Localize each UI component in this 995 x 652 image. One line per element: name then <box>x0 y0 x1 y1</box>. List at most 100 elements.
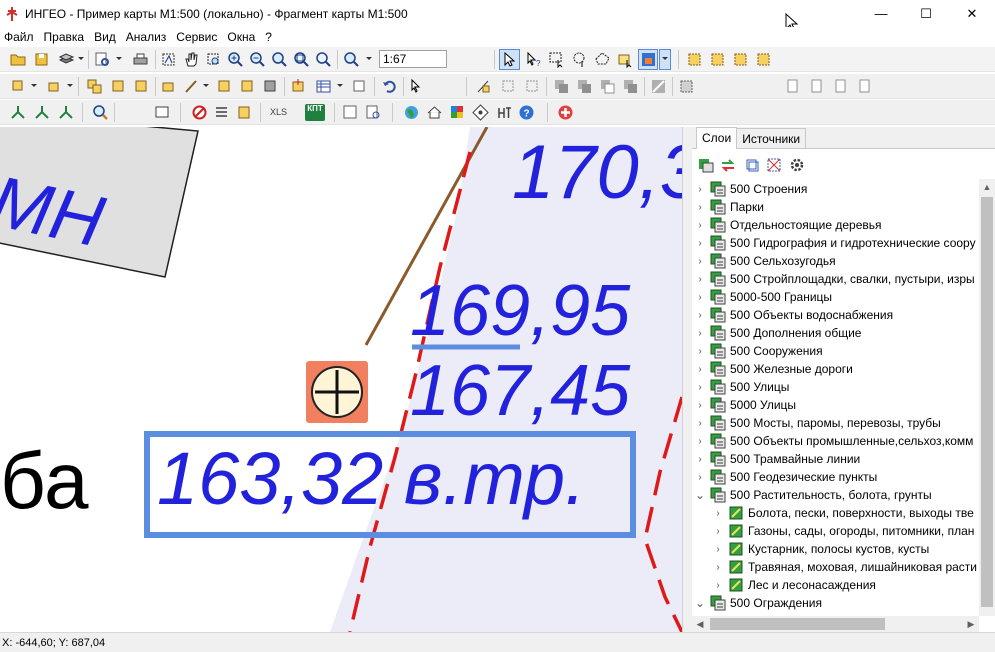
scroll-up-icon[interactable]: ▲ <box>979 179 995 195</box>
layer-tree-hscroll[interactable]: ◀ ▶ <box>692 616 979 632</box>
print-icon[interactable] <box>132 51 149 68</box>
chevron-right-icon[interactable]: › <box>694 381 706 393</box>
doc-attach-icon[interactable] <box>784 78 801 95</box>
layer-tree-item[interactable]: › 500 Геодезические пункты <box>694 468 979 486</box>
chevron-down-icon[interactable]: ⌄ <box>694 488 706 502</box>
layer-tree-vscroll[interactable]: ▲ <box>979 179 995 616</box>
select-object-icon[interactable] <box>617 51 634 68</box>
copy-object-icon[interactable] <box>86 78 103 95</box>
tab-layers[interactable]: Слои <box>696 127 738 149</box>
scroll-right-icon[interactable]: ▶ <box>963 616 979 632</box>
layer-swap-icon[interactable] <box>720 157 736 173</box>
chevron-right-icon[interactable]: › <box>694 327 706 339</box>
layer-tree-item[interactable]: › Кустарник, полосы кустов, кусты <box>694 540 979 558</box>
doc-view-icon[interactable] <box>856 78 873 95</box>
minimize-button[interactable]: — <box>858 0 904 27</box>
merge-icon[interactable] <box>239 78 256 95</box>
frame-icon[interactable] <box>678 78 695 95</box>
zoom-next-icon[interactable] <box>293 51 310 68</box>
kpt-import-button[interactable]: КПТ <box>305 104 325 121</box>
layer-copy-icon[interactable] <box>744 157 760 173</box>
zoom-in-icon[interactable] <box>227 51 244 68</box>
chevron-right-icon[interactable]: › <box>712 579 724 591</box>
calc-icon[interactable] <box>236 104 253 121</box>
pointer-query-icon[interactable]: ? <box>525 51 542 68</box>
zoom-out-icon[interactable] <box>249 51 266 68</box>
layer-tree-item[interactable]: › 500 Объекты промышленные,сельхоз,комм <box>694 432 979 450</box>
layer-tree-item[interactable]: › 500 Сооружения <box>694 342 979 360</box>
create-object-icon[interactable] <box>10 78 27 95</box>
select-rect-icon[interactable] <box>548 51 565 68</box>
globe-icon[interactable] <box>403 104 420 121</box>
group-icon[interactable] <box>262 78 279 95</box>
layer-tree-item[interactable]: › 500 Улицы <box>694 378 979 396</box>
navigation-icon[interactable] <box>472 104 489 121</box>
menu-help[interactable]: ? <box>260 30 277 44</box>
chevron-right-icon[interactable]: › <box>712 543 724 555</box>
scale-icon[interactable] <box>524 78 541 95</box>
menu-file[interactable]: Файл <box>0 30 39 44</box>
split-icon[interactable] <box>216 78 233 95</box>
xor-icon[interactable] <box>622 78 639 95</box>
map-view[interactable]: МН 170,3 169,95 167,45 163,32 в.тр. ба <box>0 127 682 632</box>
xls-export-button[interactable]: XLS <box>270 107 287 117</box>
layer-settings-icon[interactable] <box>698 157 714 173</box>
chevron-right-icon[interactable]: › <box>694 345 706 357</box>
layer-tree-item[interactable]: › 500 Сельхозугодья <box>694 252 979 270</box>
panel-splitter[interactable] <box>682 127 692 632</box>
layer-tree-item[interactable]: › Лес и лесонасаждения <box>694 576 979 594</box>
chevron-right-icon[interactable]: › <box>712 561 724 573</box>
gear-icon[interactable] <box>789 157 805 173</box>
chevron-right-icon[interactable]: › <box>712 525 724 537</box>
add-point-icon[interactable] <box>290 78 307 95</box>
home-icon[interactable] <box>426 104 443 121</box>
chevron-right-icon[interactable]: › <box>694 273 706 285</box>
layer-tree-item[interactable]: › Отдельностоящие деревья <box>694 216 979 234</box>
geodetic-point-marker[interactable] <box>306 361 368 423</box>
zoom-window-icon[interactable] <box>205 51 222 68</box>
height-icon[interactable] <box>496 104 513 121</box>
chevron-right-icon[interactable]: › <box>694 363 706 375</box>
edit-node-icon[interactable] <box>160 78 177 95</box>
layer-frame-icon[interactable] <box>766 157 782 173</box>
hscroll-thumb[interactable] <box>710 618 885 630</box>
topology-icon[interactable] <box>10 104 27 121</box>
layers-icon[interactable] <box>58 51 75 68</box>
chevron-right-icon[interactable]: › <box>694 471 706 483</box>
layer-tree-item[interactable]: › 500 Дополнения общие <box>694 324 979 342</box>
layer-tree-item[interactable]: › 5000-500 Границы <box>694 288 979 306</box>
layer-tree-item[interactable]: › 5000 Улицы <box>694 396 979 414</box>
paste-object-icon[interactable] <box>110 78 127 95</box>
zoom-prev-icon[interactable] <box>271 51 288 68</box>
draw-line-icon[interactable] <box>183 78 200 95</box>
open-icon[interactable] <box>10 51 27 68</box>
close-button[interactable]: ✕ <box>949 0 995 27</box>
chevron-right-icon[interactable]: › <box>694 417 706 429</box>
chevron-right-icon[interactable]: › <box>694 309 706 321</box>
union-icon[interactable] <box>553 78 570 95</box>
chevron-right-icon[interactable]: › <box>694 201 706 213</box>
layer-tree-item[interactable]: › Болота, пески, поверхности, выходы тве <box>694 504 979 522</box>
chevron-right-icon[interactable]: › <box>694 291 706 303</box>
layer-tree-item[interactable]: › Газоны, сады, огороды, питомники, план <box>694 522 979 540</box>
layer-tree-item[interactable]: › 500 Мосты, паромы, перевозы, трубы <box>694 414 979 432</box>
preview-icon[interactable] <box>94 51 111 68</box>
frame-select-icon[interactable] <box>686 51 703 68</box>
layer-tree-item[interactable]: ⌄ 500 Растительность, болота, грунты <box>694 486 979 504</box>
chevron-right-icon[interactable]: › <box>694 255 706 267</box>
frame-select3-icon[interactable] <box>732 51 749 68</box>
query-pointer-icon[interactable] <box>409 78 426 95</box>
doc-edit-icon[interactable] <box>808 78 825 95</box>
prohibit-icon[interactable] <box>191 104 208 121</box>
menu-analysis[interactable]: Анализ <box>121 30 172 44</box>
chevron-right-icon[interactable]: › <box>694 399 706 411</box>
select-all-icon[interactable] <box>160 51 177 68</box>
chevron-right-icon[interactable]: › <box>694 219 706 231</box>
frame-select4-icon[interactable] <box>755 51 772 68</box>
rotate-icon[interactable] <box>500 78 517 95</box>
vscroll-thumb[interactable] <box>981 197 993 607</box>
layer-tree-item[interactable]: › 500 Железные дороги <box>694 360 979 378</box>
select-lasso-icon[interactable] <box>571 51 588 68</box>
undo-icon[interactable] <box>381 78 398 95</box>
menu-service[interactable]: Сервис <box>171 30 222 44</box>
